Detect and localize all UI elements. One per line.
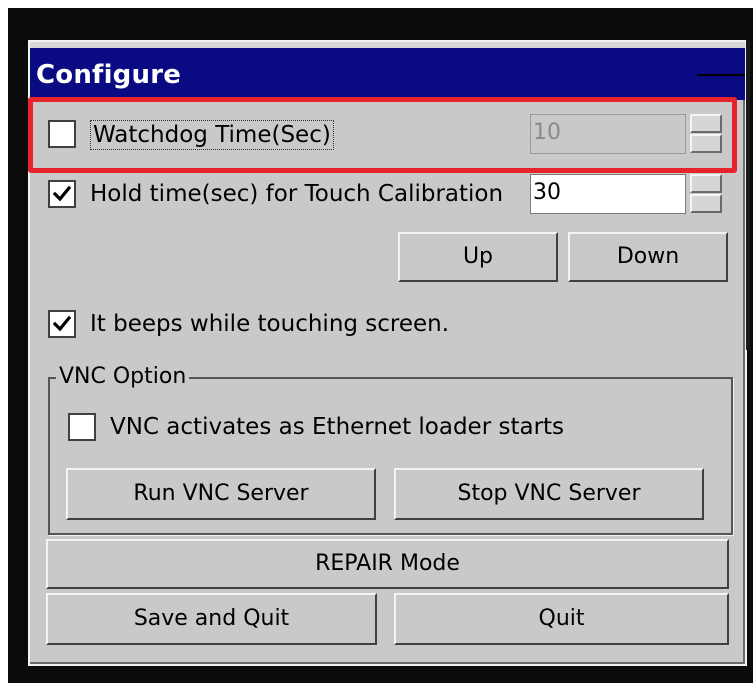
vnc-option-group-label: VNC Option xyxy=(56,364,190,389)
hold-time-field[interactable]: 30 xyxy=(530,174,686,214)
vnc-activate-label: VNC activates as Ethernet loader starts xyxy=(110,414,565,440)
stop-vnc-server-button[interactable]: Stop VNC Server xyxy=(394,468,704,520)
beep-label: It beeps while touching screen. xyxy=(90,311,450,337)
quit-button[interactable]: Quit xyxy=(394,593,729,645)
title-bar: Configure xyxy=(30,48,745,100)
run-vnc-server-button[interactable]: Run VNC Server xyxy=(66,468,376,520)
window-title: Configure xyxy=(36,60,182,90)
frame-right-edge xyxy=(746,40,750,350)
checkmark-icon xyxy=(52,185,72,202)
title-bar-line xyxy=(697,74,745,76)
down-button[interactable]: Down xyxy=(568,232,728,282)
beep-checkbox[interactable] xyxy=(48,310,76,338)
save-and-quit-button[interactable]: Save and Quit xyxy=(46,593,377,645)
hold-time-spinner[interactable] xyxy=(690,174,722,214)
hold-time-spin-down-button[interactable] xyxy=(690,194,722,213)
hold-time-label: Hold time(sec) for Touch Calibration xyxy=(90,181,504,207)
watchdog-highlight-box xyxy=(28,97,737,173)
screenshot-background: Configure Watchdog Time(Sec) 10 Hold tim… xyxy=(0,0,753,691)
repair-mode-button[interactable]: REPAIR Mode xyxy=(46,539,729,589)
checkmark-icon xyxy=(52,315,72,332)
up-button[interactable]: Up xyxy=(398,232,558,282)
vnc-activate-checkbox[interactable] xyxy=(68,413,96,441)
hold-time-checkbox[interactable] xyxy=(48,180,76,208)
hold-time-spin-up-button[interactable] xyxy=(690,174,722,193)
